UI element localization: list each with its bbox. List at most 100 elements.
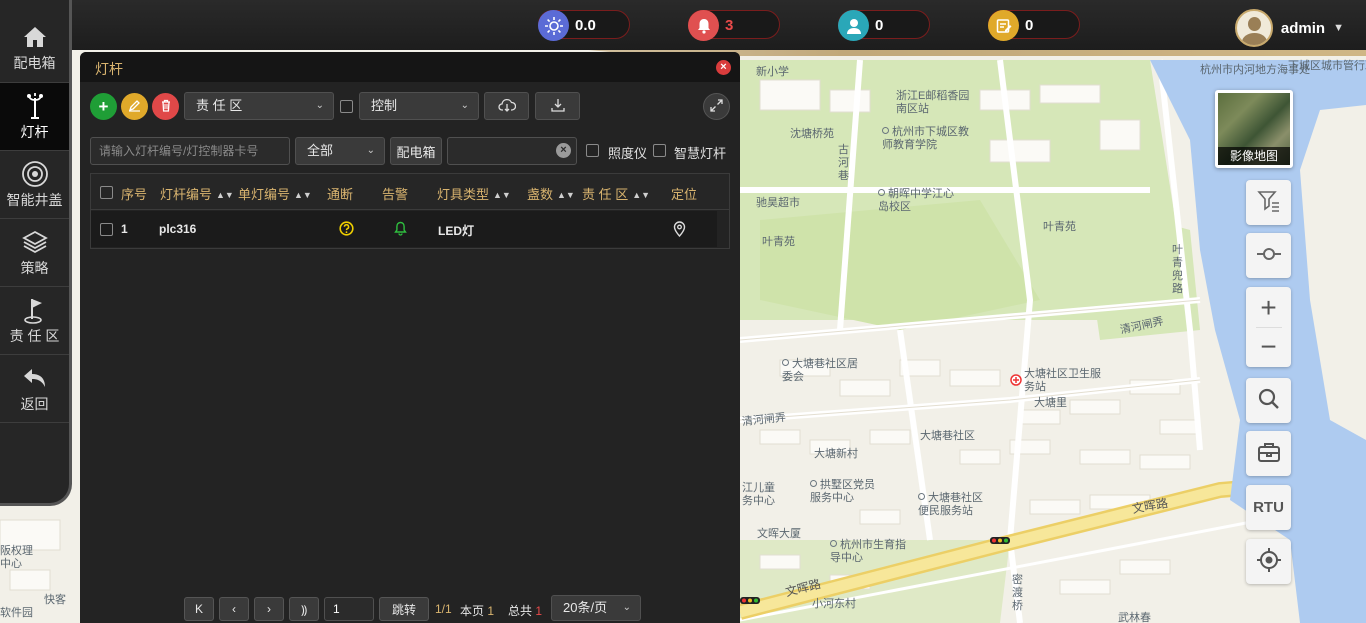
table-row[interactable]: 1 plc316 LED灯 xyxy=(91,211,717,247)
distribution-box-button[interactable]: 配电箱 xyxy=(390,137,442,165)
header-zone[interactable]: 责 任 区 ▲▼ xyxy=(582,184,650,203)
worker-icon xyxy=(838,10,869,41)
cloud-download-button[interactable] xyxy=(484,92,529,120)
jump-button[interactable]: 跳转 xyxy=(379,597,429,621)
download-button[interactable] xyxy=(535,92,580,120)
sort-icon: ▲▼ xyxy=(216,190,234,200)
page-size-select[interactable]: 20条/页 ⌄ xyxy=(551,595,641,621)
sidebar-item-label: 责 任 区 xyxy=(9,327,60,344)
map-label: 大塘新村 xyxy=(814,448,858,460)
sidebar-item-back[interactable]: 返回 xyxy=(0,355,69,423)
page-info: 1/1 xyxy=(435,602,452,616)
cell-lamp-type: LED灯 xyxy=(438,224,475,238)
header-single-no[interactable]: 单灯编号 ▲▼ xyxy=(238,184,312,203)
cell-index: 1 xyxy=(121,222,128,236)
sidebar: 配电箱 灯杆 智能井盖 策略 责 任 区 返回 xyxy=(0,0,72,506)
header-count[interactable]: 盏数 ▲▼ xyxy=(527,184,575,203)
sidebar-item-lamp-pole[interactable]: 灯杆 xyxy=(0,83,69,151)
sidebar-item-strategy[interactable]: 策略 xyxy=(0,219,69,287)
satellite-map-toggle[interactable]: 影像地图 xyxy=(1215,90,1293,168)
header-pole-no[interactable]: 灯杆编号 ▲▼ xyxy=(160,184,234,203)
header-index: 序号 xyxy=(121,187,148,202)
last-page-button[interactable]: ⸩ xyxy=(289,597,319,621)
zoom-in-icon[interactable]: + xyxy=(1260,289,1276,327)
header-lamp-type[interactable]: 灯具类型 ▲▼ xyxy=(437,184,511,203)
page-number-input[interactable] xyxy=(324,597,374,621)
chevron-down-icon: ⌄ xyxy=(366,145,375,156)
map-label: 武林春 xyxy=(1118,612,1151,623)
sidebar-item-label: 智能井盖 xyxy=(6,191,63,208)
sidebar-item-label: 配电箱 xyxy=(13,55,56,71)
map-label: 文晖大厦 xyxy=(757,528,801,540)
map-label: 密渡桥 xyxy=(1012,574,1023,612)
prev-page-button[interactable]: ‹ xyxy=(219,597,249,621)
map-label: 朝晖中学江心岛校区 xyxy=(878,188,958,214)
sidebar-item-distribution-box[interactable]: 配电箱 xyxy=(0,0,69,83)
search-input[interactable] xyxy=(90,137,290,165)
map-label: 叶青兜路 xyxy=(1172,244,1183,295)
lamp-pole-icon xyxy=(22,92,48,120)
control-checkbox[interactable] xyxy=(340,100,353,113)
sort-icon: ▲▼ xyxy=(493,190,511,200)
smart-pole-checkbox[interactable] xyxy=(653,144,666,157)
select-all-checkbox[interactable] xyxy=(100,186,113,199)
close-button[interactable]: × xyxy=(716,60,731,75)
user-stat[interactable]: 0 xyxy=(838,10,930,41)
panel-header: 灯杆 × xyxy=(80,52,740,82)
manhole-icon xyxy=(21,160,49,188)
username: admin xyxy=(1280,19,1326,37)
add-button[interactable]: + xyxy=(90,93,117,120)
map-label: 阪权理中心 xyxy=(0,545,33,570)
satellite-map-label: 影像地图 xyxy=(1218,147,1290,165)
layers-icon xyxy=(21,228,48,256)
map-label: 叶青苑 xyxy=(762,236,795,248)
alarm-stat[interactable]: 3 xyxy=(688,10,780,41)
next-page-button[interactable]: › xyxy=(254,597,284,621)
map-label: 叶青苑 xyxy=(1043,221,1076,233)
map-label: 浙江E邮稻香园南区站 xyxy=(896,90,970,115)
expand-button[interactable] xyxy=(703,93,730,120)
expand-icon xyxy=(710,97,723,117)
zone-select-value: 责 任 区 xyxy=(196,98,243,113)
edit-button[interactable] xyxy=(121,93,148,120)
toolbox-button[interactable] xyxy=(1246,431,1291,476)
illuminometer-checkbox[interactable] xyxy=(586,144,599,157)
question-icon xyxy=(339,221,354,239)
lighting-value: 0.0 xyxy=(575,17,596,34)
search-icon xyxy=(1257,387,1281,414)
chevron-down-icon: ⌄ xyxy=(460,100,469,111)
clear-icon[interactable]: × xyxy=(556,143,571,158)
user-menu[interactable]: admin ▼ xyxy=(1234,9,1344,47)
filter-list-button[interactable] xyxy=(1246,180,1291,225)
map-label: 江儿童务中心 xyxy=(742,482,775,507)
task-stat[interactable]: 0 xyxy=(988,10,1080,41)
zone-select[interactable]: 责 任 区 ⌄ xyxy=(184,92,334,120)
delete-button[interactable] xyxy=(152,93,179,120)
search-button[interactable] xyxy=(1246,378,1291,423)
location-pin-icon[interactable] xyxy=(673,221,686,240)
bell-icon xyxy=(688,10,719,41)
row-checkbox[interactable] xyxy=(100,223,113,236)
rtu-button[interactable]: RTU xyxy=(1246,485,1291,530)
sidebar-item-label: 灯杆 xyxy=(20,123,49,140)
smart-pole-label: 智慧灯杆 xyxy=(674,146,727,161)
last-page-icon: ⸩ xyxy=(300,602,308,617)
locate-me-button[interactable] xyxy=(1246,539,1291,584)
this-page-info: 本页 1 xyxy=(460,604,495,618)
map-label: 杭州市下城区教师教育学院 xyxy=(882,126,972,152)
control-select[interactable]: 控制 ⌄ xyxy=(359,92,479,120)
measure-button[interactable] xyxy=(1246,233,1291,278)
sun-icon xyxy=(538,10,569,41)
sidebar-item-zone[interactable]: 责 任 区 xyxy=(0,287,69,355)
table-header: 序号 灯杆编号 ▲▼ 单灯编号 ▲▼ 通断 告警 灯具类型 ▲▼ 盏数 ▲▼ 责 任 区… xyxy=(91,174,729,210)
first-page-button[interactable]: K xyxy=(184,597,214,621)
map-label: 快客 xyxy=(44,594,66,606)
zoom-out-icon[interactable]: − xyxy=(1260,328,1276,366)
sidebar-item-manhole[interactable]: 智能井盖 xyxy=(0,151,69,219)
download-icon xyxy=(550,98,565,115)
home-icon xyxy=(22,23,48,51)
map-label: 古河巷 xyxy=(838,144,849,182)
task-value: 0 xyxy=(1025,17,1034,34)
lighting-stat[interactable]: 0.0 xyxy=(538,10,630,41)
status-select[interactable]: 全部 ⌄ xyxy=(295,137,385,165)
